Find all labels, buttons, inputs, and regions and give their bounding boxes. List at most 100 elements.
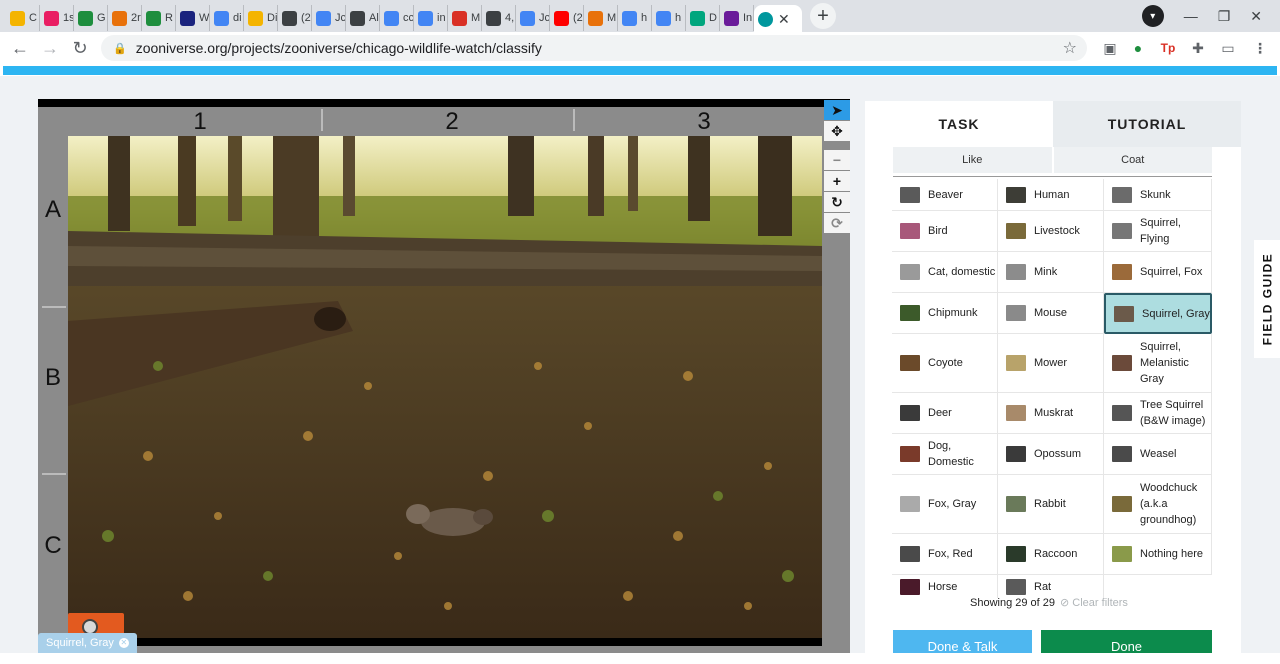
- chrome-menu-icon[interactable]: ⋮: [1250, 38, 1270, 58]
- species-choice[interactable]: Coyote: [892, 334, 998, 393]
- extension-tp-icon[interactable]: Tp: [1158, 38, 1178, 58]
- species-thumbnail: [900, 355, 920, 371]
- species-choice-label: Squirrel, Melanistic Gray: [1140, 341, 1189, 385]
- browser-tab[interactable]: (2: [550, 5, 584, 31]
- species-thumbnail: [1112, 496, 1132, 512]
- browser-tab[interactable]: In: [720, 5, 754, 31]
- extension-icon[interactable]: ▣: [1100, 38, 1120, 58]
- species-choice[interactable]: Mouse: [998, 293, 1104, 334]
- species-choice[interactable]: Livestock: [998, 211, 1104, 252]
- filter-coat-button[interactable]: Coat: [1051, 147, 1213, 173]
- restore-icon[interactable]: ❐: [1218, 8, 1231, 25]
- species-choice[interactable]: Squirrel, Fox: [1104, 252, 1212, 293]
- profile-menu-icon[interactable]: ▾: [1141, 5, 1164, 27]
- browser-tab[interactable]: cc: [380, 5, 414, 31]
- species-choice[interactable]: Rabbit: [998, 475, 1104, 534]
- species-choice[interactable]: Deer: [892, 393, 998, 434]
- species-choice[interactable]: Nothing here: [1104, 534, 1212, 575]
- extensions-puzzle-icon[interactable]: ✚: [1188, 38, 1208, 58]
- species-choice[interactable]: Dog, Domestic: [892, 434, 998, 475]
- species-choice[interactable]: Raccoon: [998, 534, 1104, 575]
- species-choice[interactable]: Bird: [892, 211, 998, 252]
- filter-like-button[interactable]: Like: [893, 147, 1052, 173]
- back-icon[interactable]: ←: [5, 38, 35, 59]
- done-button[interactable]: Done: [1041, 630, 1212, 654]
- browser-tab[interactable]: R: [142, 5, 176, 31]
- species-choice-label: Fox, Red: [928, 548, 973, 560]
- tab-tutorial[interactable]: TUTORIAL: [1053, 101, 1241, 147]
- minimize-icon[interactable]: —: [1184, 8, 1198, 24]
- zoom-in-icon[interactable]: +: [824, 171, 850, 191]
- species-choice[interactable]: Cat, domestic: [892, 252, 998, 293]
- species-choice[interactable]: Chipmunk: [892, 293, 998, 334]
- species-choice[interactable]: Fox, Red: [892, 534, 998, 575]
- camera-trap-image[interactable]: [68, 136, 822, 638]
- grid-column-3: 3: [697, 108, 711, 135]
- close-window-icon[interactable]: ✕: [1250, 8, 1262, 25]
- extension-leaf-icon[interactable]: ●: [1128, 38, 1148, 58]
- species-choice[interactable]: Squirrel, Flying: [1104, 211, 1212, 252]
- browser-tab[interactable]: D: [686, 5, 720, 31]
- bookmark-star-icon[interactable]: ☆: [1063, 38, 1077, 58]
- zoom-out-icon[interactable]: −: [824, 150, 850, 170]
- browser-tab[interactable]: 4,: [482, 5, 516, 31]
- species-choice[interactable]: Fox, Gray: [892, 475, 998, 534]
- address-bar[interactable]: 🔒 zooniverse.org/projects/zooniverse/chi…: [101, 35, 1087, 61]
- reload-icon[interactable]: ↻: [65, 38, 95, 59]
- browser-tab[interactable]: in: [414, 5, 448, 31]
- browser-tab[interactable]: h: [618, 5, 652, 31]
- browser-tab-active[interactable]: ✕: [754, 5, 802, 33]
- browser-tab-label: M: [607, 12, 617, 24]
- species-thumbnail: [1006, 223, 1026, 239]
- species-choice[interactable]: Skunk: [1104, 179, 1212, 211]
- marked-species-tag[interactable]: Squirrel, Gray ✕: [38, 633, 137, 653]
- clear-filters-link[interactable]: ⊘ Clear filters: [1060, 597, 1128, 609]
- species-choice-label: Coyote: [928, 357, 963, 369]
- new-tab-button[interactable]: +: [810, 3, 836, 29]
- species-choice[interactable]: Beaver: [892, 179, 998, 211]
- browser-tab[interactable]: 2r: [108, 5, 142, 31]
- tab-task[interactable]: TASK: [865, 101, 1053, 147]
- browser-tab[interactable]: G: [74, 5, 108, 31]
- cast-icon[interactable]: ▭: [1218, 38, 1238, 58]
- species-thumbnail: [1112, 223, 1132, 239]
- browser-tab[interactable]: W: [176, 5, 210, 31]
- species-choice[interactable]: Muskrat: [998, 393, 1104, 434]
- species-choice[interactable]: Weasel: [1104, 434, 1212, 475]
- species-choice[interactable]: Mink: [998, 252, 1104, 293]
- done-and-talk-button[interactable]: Done & Talk: [893, 630, 1032, 654]
- reset-view-icon[interactable]: ⟳: [824, 213, 850, 233]
- move-pan-icon[interactable]: ✥: [824, 121, 850, 141]
- browser-tab[interactable]: Jc: [516, 5, 550, 31]
- browser-tab[interactable]: M: [448, 5, 482, 31]
- browser-tab[interactable]: Di: [244, 5, 278, 31]
- slides-icon: [248, 10, 263, 26]
- rotate-icon[interactable]: ↻: [824, 192, 850, 212]
- browser-tab[interactable]: Jc: [312, 5, 346, 31]
- remove-tag-icon[interactable]: ✕: [118, 638, 129, 648]
- species-choice[interactable]: Tree Squirrel (B&W image): [1104, 393, 1212, 434]
- browser-tab[interactable]: M: [584, 5, 618, 31]
- forward-icon[interactable]: →: [35, 38, 65, 59]
- annotate-pointer-icon[interactable]: ➤: [824, 100, 850, 120]
- species-choice[interactable]: Squirrel, Melanistic Gray: [1104, 334, 1212, 393]
- species-choice[interactable]: Opossum: [998, 434, 1104, 475]
- species-choice[interactable]: Rat: [998, 575, 1104, 598]
- species-choice[interactable]: Woodchuck (a.k.a groundhog): [1104, 475, 1212, 534]
- classroom-icon: [486, 10, 501, 26]
- browser-tab[interactable]: Al: [346, 5, 380, 31]
- browser-tab[interactable]: h: [652, 5, 686, 31]
- species-choice[interactable]: Squirrel, Gray: [1104, 293, 1212, 334]
- browser-tab[interactable]: C: [6, 5, 40, 31]
- species-thumbnail: [1112, 546, 1132, 562]
- field-guide-tab[interactable]: FIELD GUIDE: [1254, 240, 1280, 358]
- species-choice[interactable]: Mower: [998, 334, 1104, 393]
- species-choice[interactable]: Horse: [892, 575, 998, 598]
- close-tab-icon[interactable]: ✕: [778, 11, 790, 28]
- species-choice[interactable]: Human: [998, 179, 1104, 211]
- browser-tab-label: R: [165, 12, 173, 24]
- browser-tab[interactable]: (2: [278, 5, 312, 31]
- browser-tab[interactable]: di: [210, 5, 244, 31]
- species-thumbnail: [1006, 446, 1026, 462]
- browser-tab[interactable]: 1s: [40, 5, 74, 31]
